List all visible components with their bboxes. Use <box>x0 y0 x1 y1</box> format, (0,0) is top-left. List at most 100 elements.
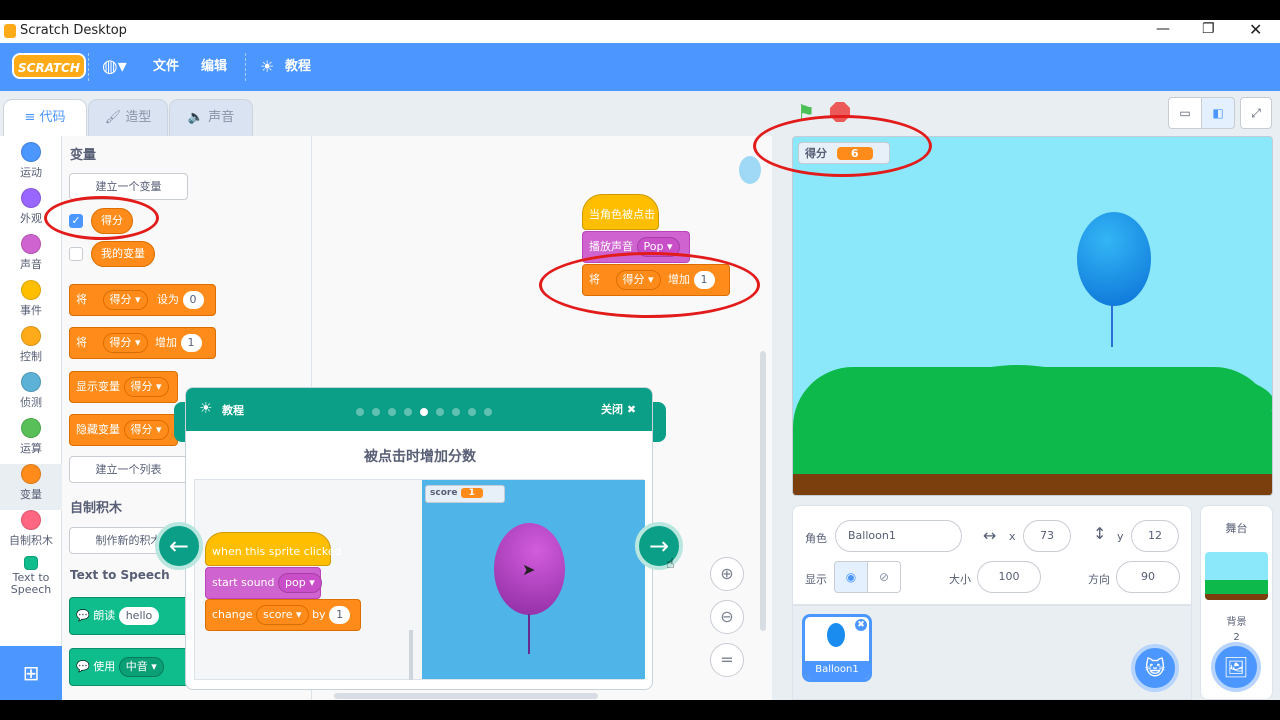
y-label: y <box>1117 530 1124 543</box>
tab-code[interactable]: ≡ 代码 <box>3 99 87 136</box>
restore-icon[interactable]: ❐ <box>1202 21 1215 37</box>
category-dot-icon <box>21 142 41 162</box>
category-label: 事件 <box>20 304 42 317</box>
category-dot-icon <box>21 510 41 530</box>
y-input[interactable]: 12 <box>1131 520 1179 552</box>
choose-sprite-button[interactable]: 😺 <box>1131 644 1179 692</box>
tutorial-title: 被点击时增加分数 <box>364 449 476 465</box>
minimize-icon[interactable]: — <box>1156 21 1170 37</box>
tab-sounds[interactable]: 🔈 声音 <box>169 99 253 136</box>
set-variable-block[interactable]: 将 得分 ▾ 设为 0 <box>69 284 216 316</box>
category-item[interactable]: 运动 <box>0 142 62 180</box>
tutorial-progress-dots <box>356 405 500 416</box>
progress-dot <box>468 408 476 416</box>
progress-dot <box>484 408 492 416</box>
cat-icon: 😺 <box>1144 656 1166 680</box>
zoom-out-button[interactable]: ⊖ <box>710 600 744 634</box>
arrow-left-icon: ← <box>168 532 190 560</box>
hide-variable-block[interactable]: 隐藏变量 得分 ▾ <box>69 414 178 446</box>
stage[interactable]: 得分 6 <box>792 136 1273 496</box>
zoom-reset-icon: = <box>720 650 734 669</box>
large-stage-button[interactable]: ◧ <box>1201 97 1235 129</box>
zoom-out-icon: ⊖ <box>720 607 734 626</box>
hide-sprite-button[interactable]: ⊘ <box>867 561 901 593</box>
stage-panel[interactable]: 舞台 背景 2 🖼 <box>1200 505 1273 700</box>
sprite-list: Balloon1 ✖ 😺 <box>792 605 1192 700</box>
y-arrows-icon: ↕ <box>1093 524 1107 543</box>
direction-label: 方向 <box>1088 573 1110 586</box>
blue-balloon-sprite[interactable] <box>1077 212 1151 306</box>
progress-dot <box>436 408 444 416</box>
category-item[interactable]: 变量 <box>0 464 62 510</box>
category-label: 自制积木 <box>9 534 53 547</box>
stage-panel-title: 舞台 <box>1225 522 1248 535</box>
zoom-in-button[interactable]: ⊕ <box>710 557 744 591</box>
large-stage-icon: ◧ <box>1212 106 1224 120</box>
my-variable-reporter[interactable]: 我的变量 <box>91 241 155 267</box>
delete-sprite-button[interactable]: ✖ <box>853 617 869 633</box>
tab-costumes[interactable]: 🖌 造型 <box>88 99 168 136</box>
menu-file[interactable]: 文件 <box>153 43 179 91</box>
category-dot-icon <box>21 234 41 254</box>
x-input[interactable]: 73 <box>1023 520 1071 552</box>
category-item[interactable]: 运算 <box>0 418 62 456</box>
category-item[interactable]: 控制 <box>0 326 62 364</box>
size-input[interactable]: 100 <box>977 561 1041 593</box>
tutorials-lightbulb-icon[interactable]: ☀ <box>260 43 274 91</box>
progress-dot <box>420 408 428 416</box>
tutorial-card: ☀ 教程 关闭 ✖ 被点击时增加分数 when this sprite clic… <box>185 387 653 690</box>
demo-sound-block: start sound pop ▾ <box>205 567 322 599</box>
zoom-reset-button[interactable]: = <box>710 643 744 677</box>
sprite-name-input[interactable]: Balloon1 <box>835 520 962 552</box>
language-globe-icon[interactable]: ◍▾ <box>102 43 127 91</box>
change-variable-block[interactable]: 将 得分 ▾ 增加 1 <box>69 327 216 359</box>
highlight-ring-stage-monitor <box>753 115 932 177</box>
speech-bubble-icon: 💬 <box>76 609 90 622</box>
category-dot-icon <box>21 418 41 438</box>
set-voice-block[interactable]: 💬 使用 中音 ▾ <box>69 648 189 686</box>
direction-input[interactable]: 90 <box>1116 561 1180 593</box>
progress-dot <box>372 408 380 416</box>
choose-backdrop-button[interactable]: 🖼 <box>1211 642 1261 692</box>
scratch-logo[interactable]: SCRATCH <box>12 53 86 79</box>
when-clicked-hat-block[interactable]: 当角色被点击 <box>582 194 659 230</box>
my-variable-checkbox[interactable] <box>69 247 83 261</box>
make-list-button[interactable]: 建立一个列表 <box>69 456 188 483</box>
tutorial-next-button[interactable]: → <box>635 522 683 570</box>
tutorial-prev-button[interactable]: ← <box>155 522 203 570</box>
small-stage-icon: ▭ <box>1179 106 1191 120</box>
progress-dot <box>356 408 364 416</box>
zoom-in-icon: ⊕ <box>720 564 734 583</box>
category-item[interactable]: 事件 <box>0 280 62 318</box>
size-label: 大小 <box>949 573 971 586</box>
add-extension-button[interactable]: ⊞ <box>0 646 62 700</box>
category-item[interactable]: Text to Speech <box>0 556 62 596</box>
fullscreen-button[interactable]: ⤢ <box>1240 97 1272 129</box>
x-label: x <box>1009 530 1016 543</box>
menu-bar: SCRATCH ◍▾ 文件 编辑 ☀ 教程 <box>0 43 1280 91</box>
close-icon: ✖ <box>626 403 637 416</box>
category-item[interactable]: 侦测 <box>0 372 62 410</box>
sprite-thumbnail-balloon <box>739 156 761 184</box>
category-label: 声音 <box>20 258 42 271</box>
category-label: 运动 <box>20 166 42 179</box>
category-dot-icon <box>21 280 41 300</box>
my-blocks-heading: 自制积木 <box>70 501 123 516</box>
workspace-scrollbar-h[interactable] <box>334 693 598 699</box>
close-window-icon[interactable]: ✕ <box>1249 20 1262 39</box>
speak-block[interactable]: 💬 朗读 hello <box>69 597 189 635</box>
menu-tutorials[interactable]: 教程 <box>285 43 311 91</box>
tutorial-close-button[interactable]: 关闭 ✖ <box>601 401 636 417</box>
small-stage-button[interactable]: ▭ <box>1168 97 1202 129</box>
show-variable-block[interactable]: 显示变量 得分 ▾ <box>69 371 178 403</box>
category-item[interactable]: 自制积木 <box>0 510 62 548</box>
image-icon: 🖼 <box>1223 655 1249 679</box>
workspace-scrollbar-v[interactable] <box>760 351 766 631</box>
category-item[interactable]: 声音 <box>0 234 62 272</box>
demo-change-block: change score ▾ by 1 <box>205 599 361 631</box>
add-extension-icon: ⊞ <box>22 661 40 685</box>
brush-icon: 🖌 <box>104 110 126 125</box>
speaker-icon: 🔈 <box>187 110 209 125</box>
menu-edit[interactable]: 编辑 <box>201 43 227 91</box>
show-sprite-button[interactable]: ◉ <box>834 561 868 593</box>
